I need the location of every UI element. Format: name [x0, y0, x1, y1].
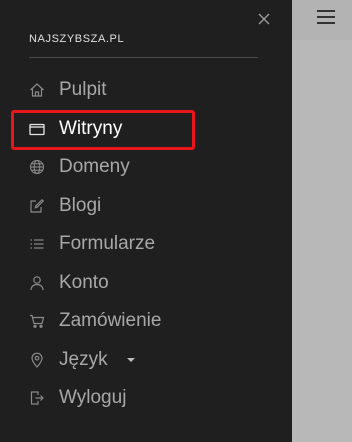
- navigation-drawer: NAJSZYBSZA.PL Pulpit Witryny Domeny Blog…: [0, 0, 292, 442]
- menu-item-formularze[interactable]: Formularze: [0, 225, 292, 264]
- edit-icon: [29, 198, 45, 214]
- location-icon: [29, 352, 45, 368]
- hamburger-menu-icon[interactable]: [317, 10, 335, 24]
- menu-item-label: Pulpit: [59, 79, 107, 101]
- menu-item-blogi[interactable]: Blogi: [0, 187, 292, 226]
- menu-item-label: Witryny: [59, 117, 123, 139]
- menu-item-domeny[interactable]: Domeny: [0, 148, 292, 187]
- menu-item-label: Domeny: [59, 156, 130, 178]
- menu-item-pulpit[interactable]: Pulpit: [0, 71, 292, 110]
- caret-down-icon[interactable]: [127, 357, 135, 362]
- menu-item-label: Język: [59, 348, 108, 370]
- menu-item-label: Konto: [59, 271, 109, 293]
- globe-icon: [29, 159, 45, 175]
- menu-item-label: Blogi: [59, 194, 102, 216]
- menu-item-witryny[interactable]: Witryny: [0, 110, 292, 149]
- menu-item-label: Formularze: [59, 233, 156, 255]
- user-icon: [29, 275, 45, 291]
- main-menu: Pulpit Witryny Domeny Blogi Formularze K…: [0, 71, 292, 418]
- menu-item-label: Zamówienie: [59, 310, 162, 332]
- list-icon: [29, 236, 45, 252]
- cart-icon: [29, 313, 45, 329]
- menu-item-label: Wyloguj: [59, 387, 127, 409]
- menu-item-wyloguj[interactable]: Wyloguj: [0, 379, 292, 418]
- menu-item-zamowienie[interactable]: Zamówienie: [0, 302, 292, 341]
- close-icon[interactable]: [257, 12, 271, 26]
- window-icon: [29, 121, 45, 137]
- logout-icon: [29, 390, 45, 406]
- divider: [29, 57, 258, 58]
- menu-item-konto[interactable]: Konto: [0, 264, 292, 303]
- home-icon: [29, 82, 45, 98]
- menu-item-jezyk[interactable]: Język: [0, 341, 292, 380]
- brand-title[interactable]: NAJSZYBSZA.PL: [29, 33, 124, 45]
